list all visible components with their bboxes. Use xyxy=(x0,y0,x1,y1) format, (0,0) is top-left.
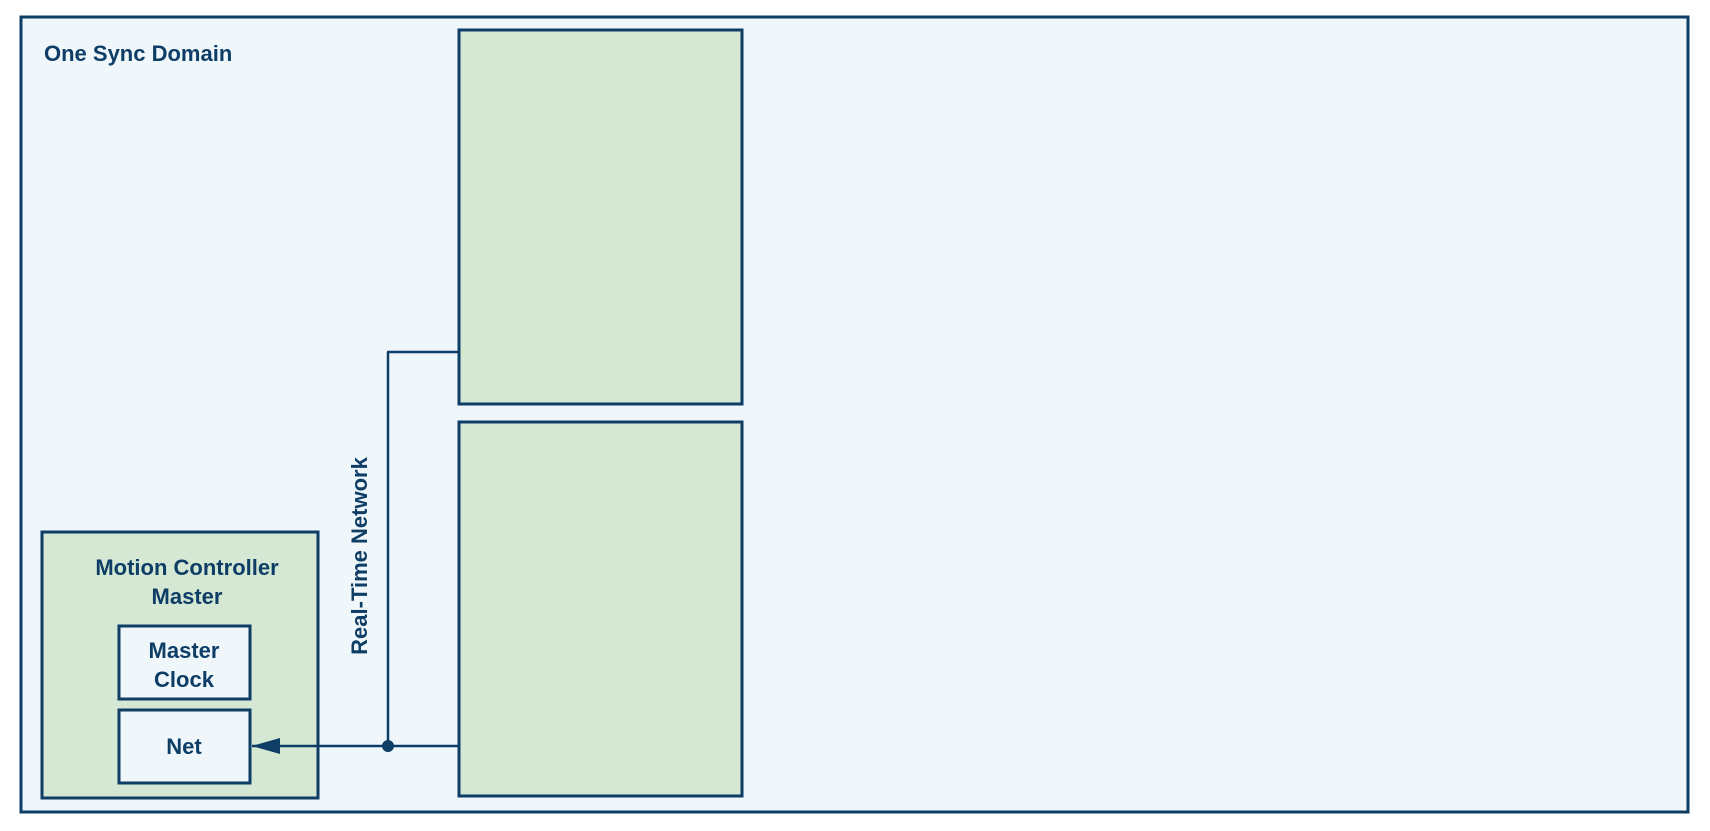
network-junction-dot xyxy=(382,740,394,752)
sync-domain-diagram: One Sync Domain Motion Controller Master… xyxy=(19,15,1690,814)
network-controller-panel: Network Controller Slave Node 1 Motor Co… xyxy=(457,420,744,798)
master-clock-line2: Clock xyxy=(154,667,215,692)
slave-node-bottom: Network Controller Slave Node 1 Motor Co… xyxy=(457,420,744,798)
motion-controller-master: Motion Controller Master Master Clock Ne… xyxy=(40,530,320,800)
sync-domain-title: One Sync Domain xyxy=(44,41,232,66)
slave-node-top: Network Controller Slave Node 1 Motor Co… xyxy=(457,28,744,406)
master-title-line1: Motion Controller xyxy=(95,555,279,580)
master-clock-line1: Master xyxy=(149,638,220,663)
network-controller-panel: Network Controller Slave Node 1 Motor Co… xyxy=(457,28,744,406)
master-net-label: Net xyxy=(166,734,202,759)
master-title-line2: Master xyxy=(152,584,223,609)
real-time-network-label: Real-Time Network xyxy=(347,456,372,654)
